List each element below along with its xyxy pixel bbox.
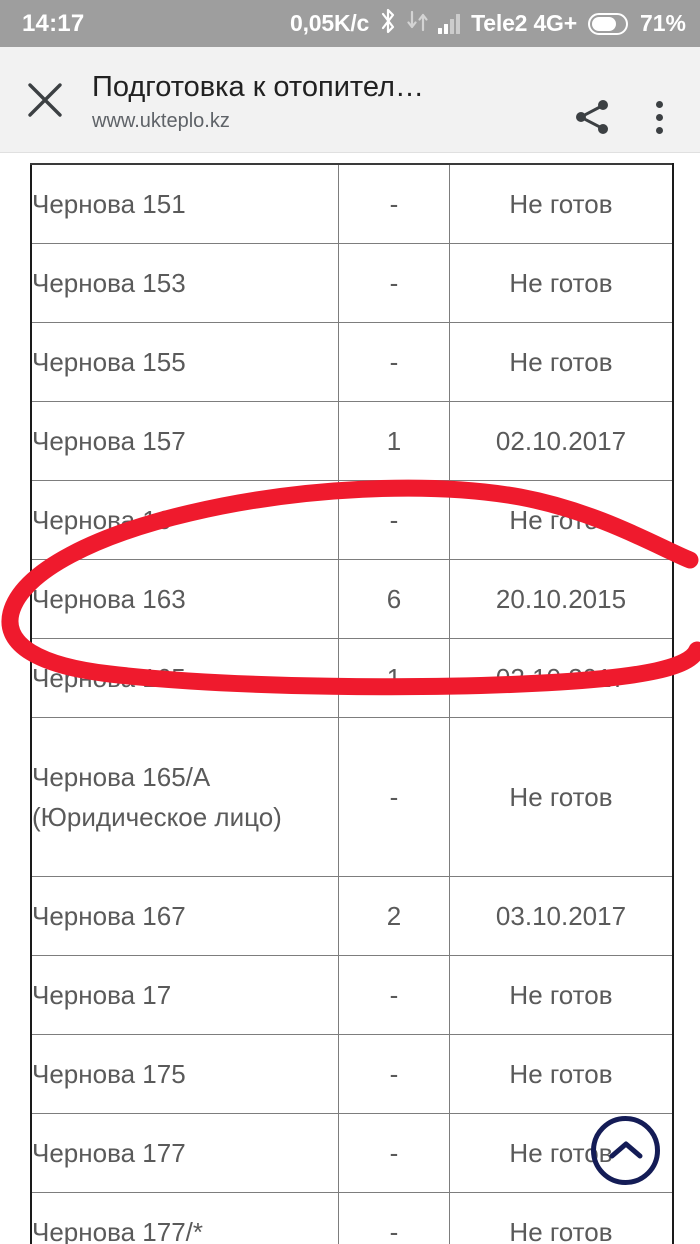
cell-count: -	[338, 480, 450, 560]
table-row: Чернова 165 1 02.10.2017	[30, 638, 674, 718]
table-row: Чернова 177- Не готов	[30, 1113, 674, 1193]
android-status-bar: 14:17 0,05K/c Tele2 4G+ 71%	[0, 0, 700, 47]
table-row: Чернова 155- Не готов	[30, 322, 674, 402]
table-row: Чернова 17- Не готов	[30, 955, 674, 1035]
cell-address: Чернова 17	[30, 955, 339, 1035]
cell-count: -	[338, 243, 450, 323]
cell-date: 20.10.2015	[449, 559, 674, 639]
phone-screen: 14:17 0,05K/c Tele2 4G+ 71% Подготовка к…	[0, 0, 700, 1244]
readiness-table: Чернова 151- Не готов Чернова 153- Не готов…	[30, 163, 674, 1244]
table-row: Чернова 157 1 02.10.2017	[30, 401, 674, 481]
table-row: Чернова 153- Не готов	[30, 243, 674, 323]
cell-address: Чернова 177/*	[30, 1192, 339, 1244]
cell-count: -	[338, 1113, 450, 1193]
cell-address: Чернова 16	[30, 480, 339, 560]
table-row: Чернова 177/* - Не готов	[30, 1192, 674, 1244]
cell-address: Чернова 157	[30, 401, 339, 481]
bluetooth-icon	[378, 8, 398, 39]
cell-count: -	[338, 1034, 450, 1114]
cell-address: Чернова 151	[30, 163, 339, 244]
status-clock: 14:17	[22, 9, 85, 37]
close-button[interactable]	[22, 77, 68, 123]
overflow-menu-icon[interactable]	[644, 95, 674, 139]
data-transfer-icon	[407, 9, 429, 38]
cell-date: Не готов	[449, 163, 674, 244]
chevron-up-icon	[609, 1141, 642, 1158]
cell-count: 1	[338, 401, 450, 481]
table-row: Чернова 151- Не готов	[30, 163, 674, 244]
cell-address: Чернова 177	[30, 1113, 339, 1193]
cell-count: -	[338, 717, 450, 877]
cell-date: Не готов	[449, 243, 674, 323]
cell-address: Чернова 153	[30, 243, 339, 323]
cell-date: 02.10.2017	[449, 638, 674, 718]
cell-address: Чернова 167	[30, 876, 339, 956]
table-row: Чернова 165/А (Юридическое лицо) - Не гото…	[30, 717, 674, 877]
cell-date: 03.10.2017	[449, 876, 674, 956]
cell-address: Чернова 175	[30, 1034, 339, 1114]
cell-date: Не готов	[449, 322, 674, 402]
table-body: Чернова 151- Не готов Чернова 153- Не готов…	[30, 163, 674, 1244]
table-row: Чернова 175- Не готов	[30, 1034, 674, 1114]
table-row: Чернова 167 2 03.10.2017	[30, 876, 674, 956]
cell-date: Не готов	[449, 480, 674, 560]
cell-date: Не готов	[449, 955, 674, 1035]
cell-count: -	[338, 163, 450, 244]
cell-count: -	[338, 1192, 450, 1244]
cell-date: Не готов	[449, 717, 674, 877]
scroll-to-top-button[interactable]	[591, 1116, 660, 1185]
cell-count: 2	[338, 876, 450, 956]
cell-date: 02.10.2017	[449, 401, 674, 481]
network-speed-label: 0,05K/c	[289, 10, 370, 36]
cell-count: -	[338, 322, 450, 402]
signal-bars-icon	[438, 13, 461, 34]
cell-address: Чернова 165	[30, 638, 339, 718]
header-titles: Подготовка к отопител… www.ukteplo.kz	[92, 69, 540, 135]
cell-count: -	[338, 955, 450, 1035]
page-url[interactable]: www.ukteplo.kz	[92, 107, 540, 135]
battery-percent-label: 71%	[639, 10, 686, 36]
cell-address: Чернова 165/А (Юридическое лицо)	[30, 717, 339, 877]
battery-icon	[587, 12, 628, 35]
cell-address: Чернова 163	[30, 559, 339, 639]
cell-address: Чернова 155	[30, 322, 339, 402]
cell-date: Не готов	[449, 1034, 674, 1114]
browser-header: Подготовка к отопител… www.ukteplo.kz	[0, 47, 700, 153]
cell-count: 1	[338, 638, 450, 718]
carrier-label: Tele2 4G+	[471, 10, 577, 36]
web-page-content: Чернова 151- Не готов Чернова 153- Не готов…	[0, 153, 700, 1244]
page-title: Подготовка к отопител…	[92, 71, 424, 103]
table-row: Чернова 163 6 20.10.2015	[30, 559, 674, 639]
cell-count: 6	[338, 559, 450, 639]
table-row: Чернова 16- Не готов	[30, 480, 674, 560]
status-indicators: 0,05K/c Tele2 4G+ 71%	[290, 8, 686, 39]
cell-date: Не готов	[449, 1192, 674, 1244]
share-icon[interactable]	[570, 95, 614, 139]
